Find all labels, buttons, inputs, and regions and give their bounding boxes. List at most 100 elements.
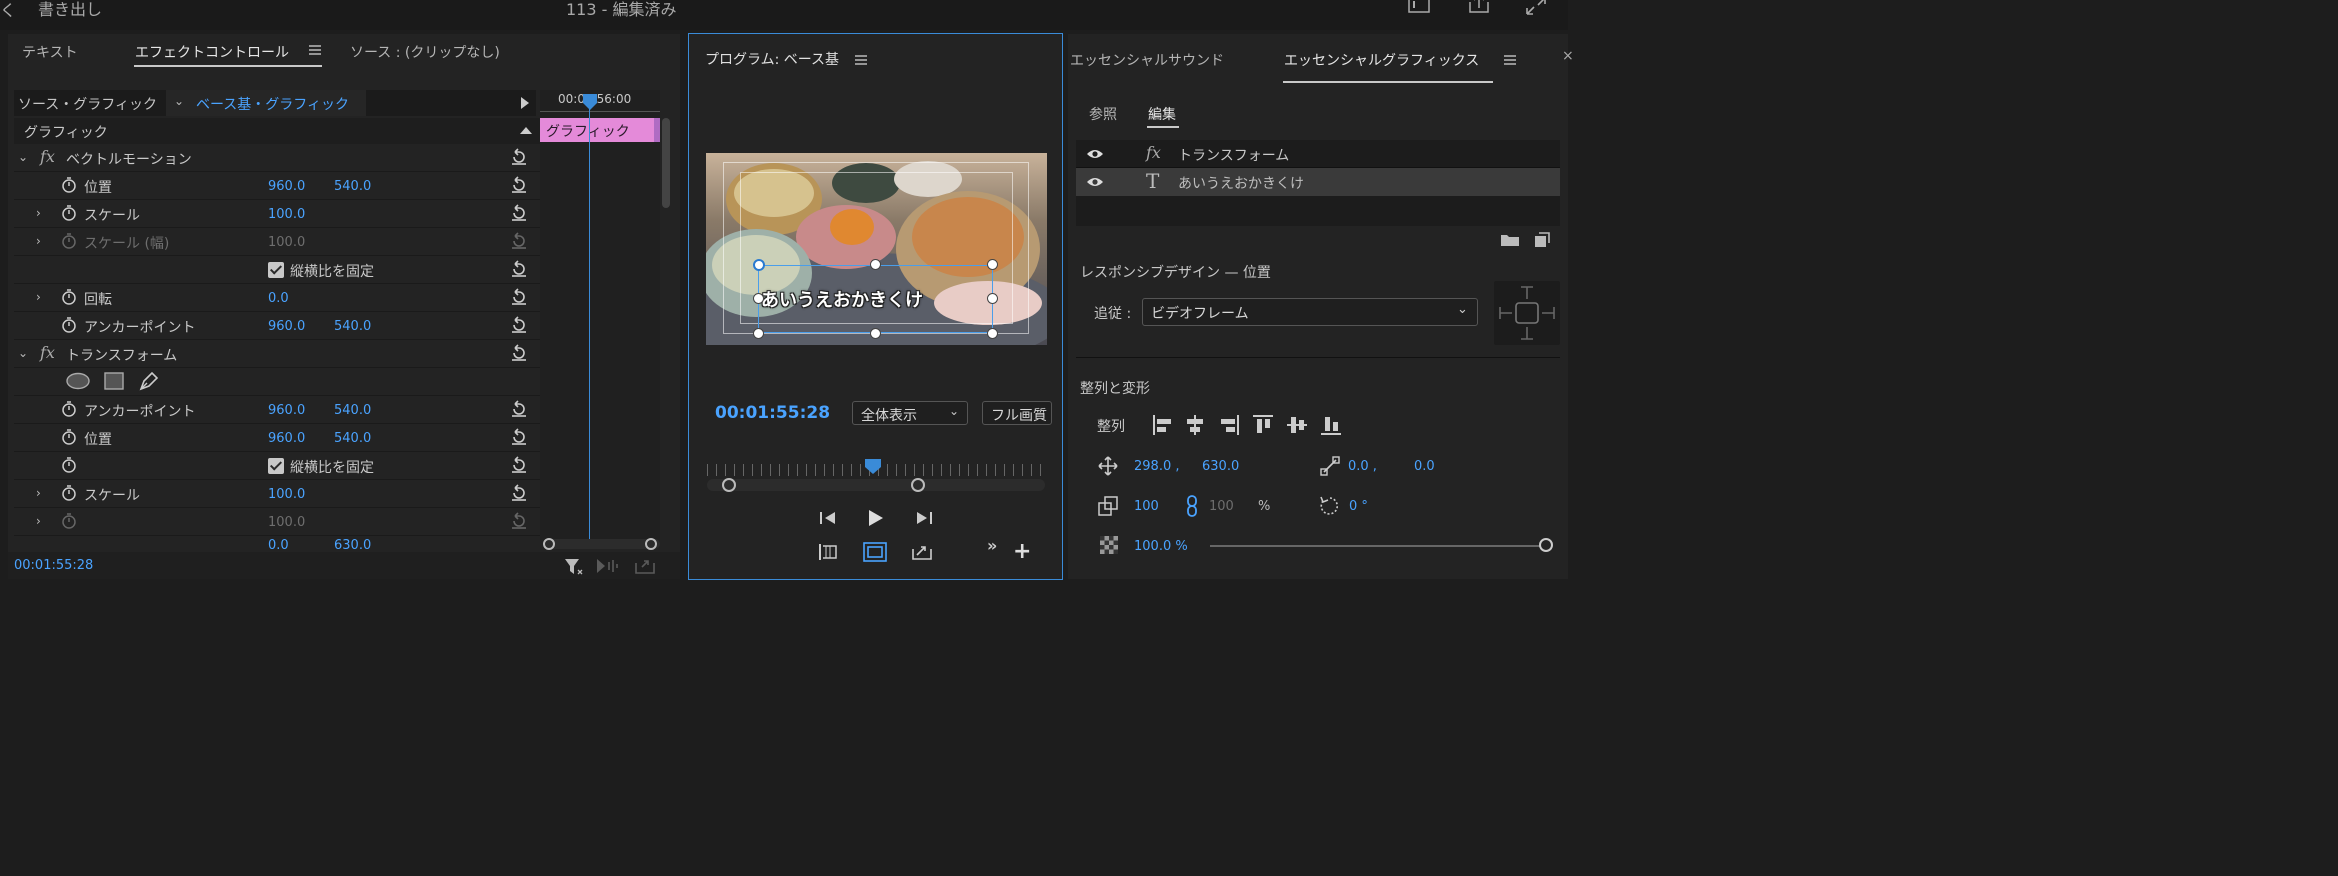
panel-menu-icon[interactable] [309, 44, 321, 56]
close-icon[interactable]: × [1562, 48, 1574, 64]
value-y[interactable]: 540.0 [334, 431, 371, 446]
tab-effect-controls[interactable]: エフェクトコントロール [135, 42, 289, 62]
stopwatch-icon[interactable] [61, 317, 77, 333]
stopwatch-icon[interactable] [61, 205, 77, 221]
play-icon[interactable] [867, 508, 885, 528]
align-center-vertical-icon[interactable] [1286, 414, 1308, 436]
chevron-down-icon[interactable]: ⌄ [18, 346, 28, 360]
playhead-icon[interactable] [583, 94, 597, 110]
scroll-handle-left[interactable] [543, 538, 555, 550]
timeline-zoom-scrollbar[interactable] [544, 539, 660, 549]
scroll-handle-left[interactable] [722, 478, 736, 492]
chevron-right-icon[interactable]: › [36, 290, 41, 304]
selection-handle[interactable] [987, 328, 998, 339]
rotation-value[interactable]: 0 ° [1349, 499, 1368, 514]
reset-icon[interactable] [510, 456, 528, 474]
position-y-value[interactable]: 630.0 [1202, 459, 1239, 474]
row-anchor-point-2[interactable]: アンカーポイント 960.0 540.0 [14, 396, 540, 424]
eye-icon[interactable] [1086, 176, 1104, 188]
reset-icon[interactable] [510, 148, 528, 166]
layer-item-text[interactable]: T あいうえおかきくけ [1076, 168, 1560, 196]
share-icon[interactable] [1468, 0, 1490, 14]
reset-icon[interactable] [510, 176, 528, 194]
video-frame[interactable]: あいうえおかきくけ [706, 153, 1047, 345]
stopwatch-icon[interactable] [61, 485, 77, 501]
reset-icon[interactable] [510, 428, 528, 446]
anchor-y-value[interactable]: 0.0 [1414, 459, 1435, 474]
program-timecode[interactable]: 00:01:55:28 [715, 403, 830, 423]
program-title[interactable]: プログラム: ベース基 [705, 49, 839, 69]
clip-selector[interactable]: ⌄ ベース基・グラフィック [166, 90, 366, 116]
quick-export-icon[interactable] [1408, 0, 1430, 14]
row-position-2[interactable]: 位置 960.0 540.0 [14, 424, 540, 452]
selection-handle[interactable] [870, 328, 881, 339]
opacity-slider-handle[interactable] [1539, 538, 1553, 552]
reset-icon[interactable] [510, 344, 528, 362]
tab-source[interactable]: ソース : (クリップなし) [350, 42, 500, 62]
eye-icon[interactable] [1086, 148, 1104, 160]
layer-item-transform[interactable]: fx トランスフォーム [1076, 140, 1560, 168]
scale-value[interactable]: 100 [1134, 499, 1159, 514]
play-triangle-icon[interactable] [520, 97, 530, 109]
filter-icon[interactable] [564, 558, 584, 576]
align-right-icon[interactable] [1218, 414, 1240, 436]
collapse-up-icon[interactable] [520, 126, 532, 134]
stopwatch-icon[interactable] [61, 289, 77, 305]
selection-handle[interactable] [870, 259, 881, 270]
selection-handle[interactable] [753, 328, 764, 339]
comparison-view-icon[interactable] [818, 542, 838, 562]
stopwatch-icon[interactable] [61, 177, 77, 193]
add-button-icon[interactable]: + [1013, 541, 1031, 563]
value-y[interactable]: 540.0 [334, 403, 371, 418]
tab-essential-graphics[interactable]: エッセンシャルグラフィックス [1284, 50, 1479, 70]
clip-bar[interactable]: グラフィック [540, 118, 660, 142]
value-x[interactable]: 960.0 [268, 319, 305, 334]
reset-icon[interactable] [510, 204, 528, 222]
scroll-handle-right[interactable] [911, 478, 925, 492]
value-x[interactable]: 960.0 [268, 403, 305, 418]
value-y[interactable]: 540.0 [334, 179, 371, 194]
more-controls-icon[interactable]: » [987, 536, 997, 555]
position-x-value[interactable]: 298.0 , [1134, 459, 1179, 474]
value-y[interactable]: 540.0 [334, 319, 371, 334]
selection-handle[interactable] [987, 259, 998, 270]
tab-text[interactable]: テキスト [22, 42, 78, 62]
value[interactable]: 100.0 [268, 207, 305, 222]
follow-select[interactable]: ビデオフレーム ⌄ [1142, 298, 1478, 326]
export-frame-icon[interactable] [911, 541, 933, 561]
value-x[interactable]: 960.0 [268, 179, 305, 194]
export-menu[interactable]: 書き出し [38, 0, 102, 20]
align-bottom-icon[interactable] [1320, 414, 1342, 436]
monitor-zoom-scrollbar[interactable] [707, 479, 1045, 491]
chevron-right-icon[interactable]: › [36, 206, 41, 220]
subtab-browse[interactable]: 参照 [1089, 104, 1117, 124]
row-vector-motion[interactable]: ⌄ fx ベクトルモーション [14, 144, 540, 172]
reset-icon[interactable] [510, 484, 528, 502]
subtab-edit[interactable]: 編集 [1148, 104, 1176, 124]
opacity-slider-track[interactable] [1210, 545, 1546, 547]
chevron-right-icon[interactable]: › [36, 234, 41, 248]
new-layer-icon[interactable] [1534, 232, 1550, 248]
workspace-edge-icon[interactable]: く [0, 0, 16, 21]
rectangle-mask-icon[interactable] [104, 372, 124, 390]
selection-handle[interactable] [987, 293, 998, 304]
align-center-horizontal-icon[interactable] [1184, 414, 1206, 436]
chevron-down-icon[interactable]: ⌄ [18, 150, 28, 164]
row-uniform-scale-2[interactable]: 縦横比を固定 [14, 452, 540, 480]
row-anchor-point[interactable]: アンカーポイント 960.0 540.0 [14, 312, 540, 340]
vertical-scrollbar[interactable] [662, 118, 670, 208]
reset-icon[interactable] [510, 288, 528, 306]
new-group-folder-icon[interactable] [1500, 233, 1520, 247]
fullscreen-icon[interactable] [1525, 0, 1547, 16]
ellipse-mask-icon[interactable] [66, 372, 90, 390]
value[interactable]: 0.0 [268, 291, 289, 306]
row-scale[interactable]: › スケール 100.0 [14, 200, 540, 228]
opacity-value[interactable]: 100.0 % [1134, 539, 1188, 554]
monitor-playhead-icon[interactable] [865, 459, 881, 475]
zoom-level-select[interactable]: 全体表示 ⌄ [852, 401, 968, 425]
playback-resolution-select[interactable]: フル画質 [982, 401, 1052, 425]
step-back-icon[interactable] [819, 510, 837, 526]
anchor-x-value[interactable]: 0.0 , [1348, 459, 1377, 474]
align-left-icon[interactable] [1152, 414, 1174, 436]
align-top-icon[interactable] [1252, 414, 1274, 436]
